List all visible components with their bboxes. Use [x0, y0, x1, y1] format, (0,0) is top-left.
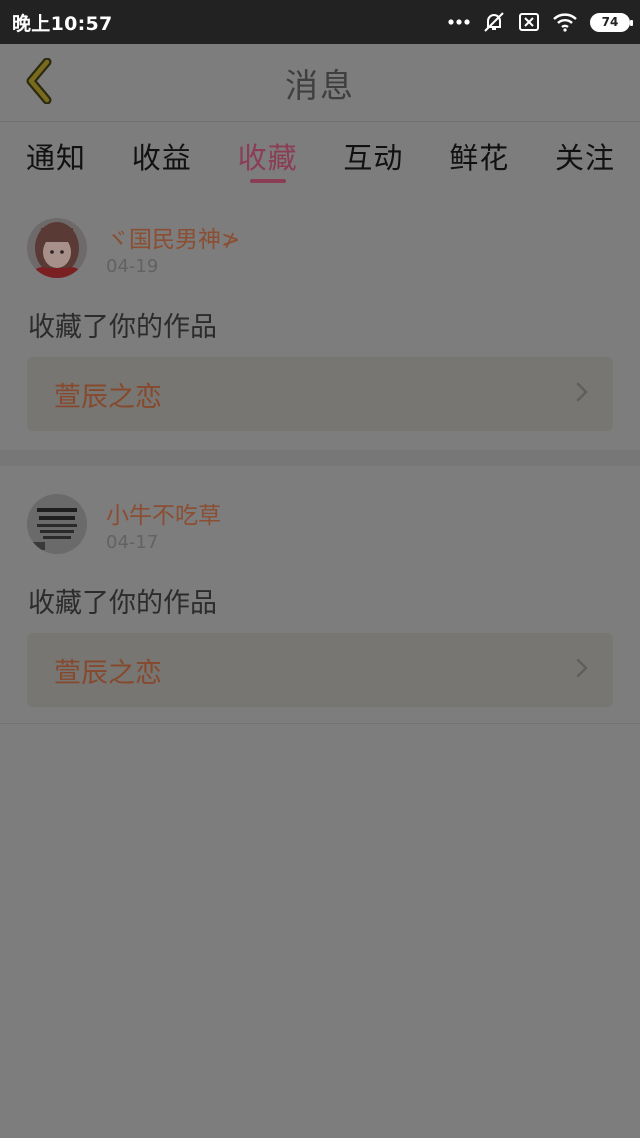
- card-divider: [0, 450, 640, 466]
- chevron-left-icon: [23, 57, 55, 108]
- status-icons: 74: [448, 10, 633, 34]
- sim-x-icon: [518, 11, 540, 33]
- work-link[interactable]: 萱辰之恋: [27, 633, 613, 707]
- page-title: 消息: [285, 65, 355, 105]
- tab-bar: 通知 收益 收藏 互动 鲜花 关注: [0, 123, 640, 189]
- chevron-right-icon: [575, 657, 589, 683]
- avatar[interactable]: [27, 494, 87, 554]
- user-name[interactable]: ヾ国民男神≯: [106, 220, 240, 254]
- user-name[interactable]: 小牛不吃草: [106, 496, 221, 530]
- work-title: 萱辰之恋: [54, 657, 162, 689]
- work-link[interactable]: 萱辰之恋: [27, 357, 613, 431]
- message-date: 04-17: [106, 532, 159, 553]
- work-title: 萱辰之恋: [54, 381, 162, 413]
- tab-flowers[interactable]: 鲜花: [449, 123, 509, 189]
- tab-following[interactable]: 关注: [555, 123, 615, 189]
- wifi-icon: [552, 12, 578, 32]
- message-card: 小牛不吃草 04-17 收藏了你的作品 萱辰之恋: [0, 466, 640, 724]
- back-button[interactable]: [14, 57, 64, 108]
- tab-earnings[interactable]: 收益: [132, 123, 192, 189]
- status-time: 晚上10:57: [12, 12, 113, 35]
- status-bar: 晚上10:57 74: [0, 0, 640, 44]
- message-card: ヾ国民男神≯ 04-19 收藏了你的作品 萱辰之恋: [0, 190, 640, 450]
- action-text: 收藏了你的作品: [28, 312, 217, 343]
- tab-favorites[interactable]: 收藏: [238, 123, 298, 189]
- notification-off-icon: [482, 10, 506, 34]
- chevron-right-icon: [575, 381, 589, 407]
- battery-icon: 74: [590, 12, 633, 32]
- avatar[interactable]: [27, 218, 87, 278]
- more-dots-icon: [448, 18, 470, 26]
- header: 消息: [0, 44, 640, 122]
- tab-notifications[interactable]: 通知: [26, 123, 86, 189]
- tab-interactions[interactable]: 互动: [343, 123, 403, 189]
- action-text: 收藏了你的作品: [28, 588, 217, 619]
- message-date: 04-19: [106, 256, 159, 277]
